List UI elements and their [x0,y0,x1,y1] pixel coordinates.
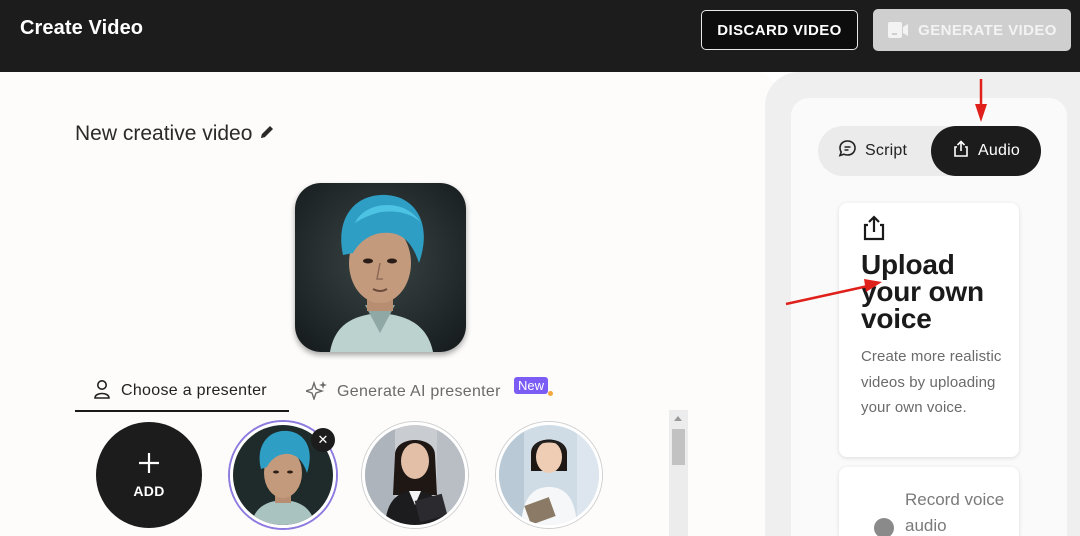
top-bar: Create Video DISCARD VIDEO GENERATE VIDE… [0,0,1080,72]
discard-video-button[interactable]: DISCARD VIDEO [701,10,858,50]
presenter-option[interactable] [362,422,468,528]
person-icon [93,379,111,404]
scroll-thumb[interactable] [672,429,685,465]
tab-generate-ai-presenter[interactable]: Generate AI presenter [303,372,501,412]
plus-icon [137,451,161,480]
presenter-option[interactable] [496,422,602,528]
upload-icon [952,139,970,163]
remove-presenter-button[interactable]: ✕ [311,428,335,452]
tab-audio[interactable]: Audio [931,126,1041,176]
generate-video-button[interactable]: GENERATE VIDEO [873,9,1071,51]
selected-presenter-preview [295,183,466,352]
upload-voice-description: Create more realistic videos by uploadin… [861,348,1002,416]
add-presenter-button[interactable]: ADD [96,422,202,528]
video-title-row[interactable]: New creative video [75,122,275,146]
badge-sparkle-dot [548,391,553,396]
scroll-up-arrow-icon[interactable] [674,416,682,421]
chat-bubble-icon [838,139,857,163]
tab-script-label: Script [865,142,908,159]
tab-choose-presenter[interactable]: Choose a presenter [75,372,289,412]
record-icon [874,518,894,536]
sparkle-icon [303,380,328,405]
close-icon: ✕ [317,432,329,447]
edit-pencil-icon[interactable] [259,124,275,145]
add-label: ADD [133,483,165,499]
upload-icon [860,214,888,247]
tab-generate-ai-label: Generate AI presenter [337,383,501,400]
video-camera-icon [887,19,909,41]
upload-voice-title: Upload your own voice [861,249,984,334]
generate-video-label: GENERATE VIDEO [918,21,1057,39]
video-title[interactable]: New creative video [75,122,252,146]
tab-script[interactable]: Script [838,126,907,176]
app-title: Create Video [20,17,144,39]
new-badge: New [514,377,549,394]
tab-audio-label: Audio [978,142,1020,159]
record-voice-label: Record voice audio [905,490,1005,535]
tab-choose-presenter-label: Choose a presenter [121,382,267,399]
